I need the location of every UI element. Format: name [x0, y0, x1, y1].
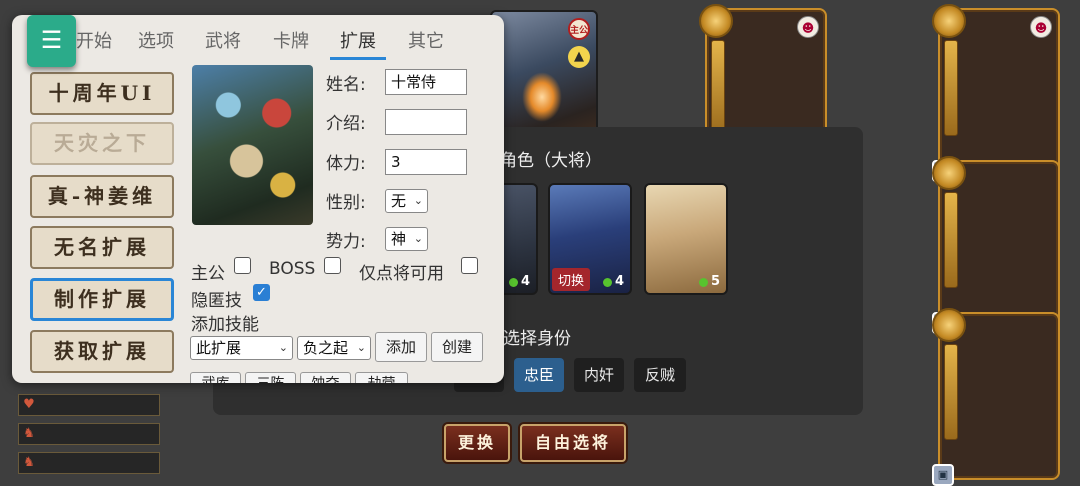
hp-dot-icon	[699, 278, 708, 287]
opponent-seat[interactable]: ☻ ▣	[932, 4, 1060, 182]
intro-input[interactable]	[385, 109, 467, 135]
hp-value: 5	[710, 274, 720, 289]
seat-health-bar	[944, 344, 958, 440]
menu-icon[interactable]: ☰	[27, 15, 76, 67]
skill-source-select[interactable]: 此扩展 ⌄	[190, 336, 293, 360]
gender-select[interactable]: 无 ⌄	[385, 189, 428, 213]
boss-checkbox[interactable]	[324, 257, 341, 274]
tab-start[interactable]: 开始	[76, 27, 112, 53]
skill-choice-value: 负之起	[303, 339, 349, 357]
mask-icon: ☻	[1030, 16, 1052, 38]
extension-item-make[interactable]: 制作扩展	[30, 278, 174, 321]
identity-rebel-button[interactable]: 反贼	[634, 358, 686, 392]
hidden-skill-checkbox[interactable]: ✓	[253, 284, 270, 301]
player-info-row: ♞	[18, 452, 160, 474]
opponent-seat[interactable]: ▣	[932, 156, 1060, 334]
seat-medal-icon	[932, 4, 966, 38]
extension-item-shen-jiangwei[interactable]: 真-神姜维	[30, 175, 174, 218]
skill-source-value: 此扩展	[196, 339, 242, 357]
menu-dialog: 开始 选项 武将 卡牌 扩展 其它 十周年UI 天灾之下 真-神姜维 无名扩展 …	[12, 15, 504, 383]
intro-label: 介绍:	[326, 114, 366, 134]
hp-input[interactable]: 3	[385, 149, 467, 175]
add-skill-label: 添加技能	[191, 315, 259, 335]
mask-icon: ☻	[797, 16, 819, 38]
hidden-skill-label: 隐匿技	[191, 291, 242, 311]
extension-item-get[interactable]: 获取扩展	[30, 330, 174, 373]
seat-health-bar	[944, 40, 958, 136]
select-identity-heading: 选择身份	[503, 329, 571, 349]
skill-chip[interactable]: 三陈	[245, 372, 296, 383]
seat-medal-icon	[699, 4, 733, 38]
seat-health-bar	[944, 192, 958, 288]
hp-value: 4	[520, 274, 530, 289]
gender-label: 性别:	[326, 193, 366, 213]
faction-select-value: 神	[391, 230, 407, 248]
character-option-card[interactable]: 5	[644, 183, 728, 295]
skill-chip[interactable]: 蚀夺	[300, 372, 351, 383]
switch-button[interactable]: 切换	[552, 268, 591, 291]
lord-checkbox[interactable]	[234, 257, 251, 274]
opponent-seat[interactable]: ▣	[932, 308, 1060, 486]
tab-extensions[interactable]: 扩展	[340, 27, 376, 53]
extension-item-tenth-anniversary-ui[interactable]: 十周年UI	[30, 72, 174, 115]
skill-choice-select[interactable]: 负之起 ⌄	[297, 336, 371, 360]
horse-icon: ♞	[23, 455, 35, 470]
faction-select[interactable]: 神 ⌄	[385, 227, 428, 251]
hp-dot-icon	[603, 278, 612, 287]
character-option-card[interactable]: 切换 4	[548, 183, 632, 295]
tab-cards[interactable]: 卡牌	[273, 27, 309, 53]
chevron-down-icon: ⌄	[356, 341, 366, 354]
boss-label: BOSS	[269, 259, 316, 279]
hero-art	[522, 72, 562, 122]
lord-label: 主公	[191, 264, 225, 284]
chevron-down-icon: ⌄	[413, 232, 423, 245]
hp-value: 4	[614, 274, 624, 289]
seat-medal-icon	[932, 156, 966, 190]
extension-item-nameless[interactable]: 无名扩展	[30, 226, 174, 269]
name-input[interactable]: 十常侍	[385, 69, 467, 95]
gender-select-value: 无	[391, 192, 407, 210]
free-pick-button[interactable]: 自由选将	[520, 424, 626, 462]
hand-cards-icon: ▣	[932, 464, 954, 486]
skill-chip[interactable]: 劫营	[355, 372, 408, 383]
seat-health-bar	[711, 40, 725, 136]
seat-medal-icon	[932, 308, 966, 342]
identity-traitor-button[interactable]: 内奸	[574, 358, 624, 392]
point-only-checkbox[interactable]	[461, 257, 478, 274]
tab-options[interactable]: 选项	[138, 27, 174, 53]
hp-label: 体力:	[326, 154, 366, 174]
create-button[interactable]: 创建	[431, 332, 483, 362]
add-skill-button[interactable]: 添加	[375, 332, 427, 362]
skill-chip[interactable]: 武库	[190, 372, 241, 383]
chevron-down-icon: ⌄	[413, 194, 423, 207]
tab-others[interactable]: 其它	[408, 27, 444, 53]
lord-badge: 主公	[568, 18, 590, 40]
equipment-icon: ▲	[568, 46, 590, 68]
character-portrait[interactable]	[192, 65, 313, 225]
chevron-down-icon: ⌄	[278, 341, 288, 354]
horse-icon: ♞	[23, 426, 35, 441]
hp-dot-icon	[509, 278, 518, 287]
shield-icon: ♥	[23, 397, 35, 412]
identity-loyalist-button[interactable]: 忠臣	[514, 358, 564, 392]
player-info-row: ♥	[18, 394, 160, 416]
active-tab-indicator	[330, 57, 386, 60]
change-button[interactable]: 更换	[444, 424, 510, 462]
faction-label: 势力:	[326, 232, 366, 252]
player-info-row: ♞	[18, 423, 160, 445]
point-only-label: 仅点将可用	[359, 264, 444, 284]
name-label: 姓名:	[326, 75, 366, 95]
extension-item-disaster[interactable]: 天灾之下	[30, 122, 174, 165]
tab-generals[interactable]: 武将	[205, 27, 241, 53]
